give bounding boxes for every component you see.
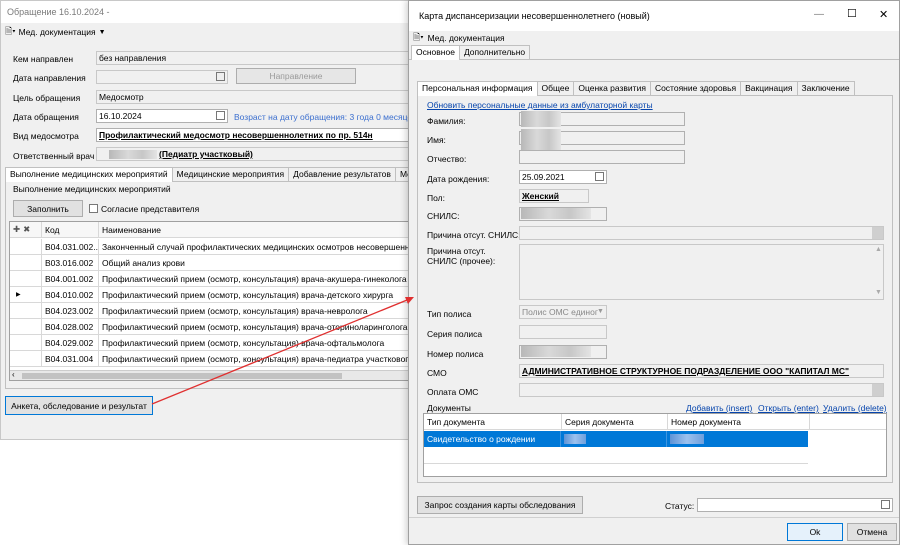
tab-personal-info[interactable]: Персональная информация xyxy=(417,81,538,96)
tab-execution[interactable]: Выполнение медицинских мероприятий xyxy=(5,167,173,182)
tab-main[interactable]: Основное xyxy=(411,45,460,60)
arrow-line xyxy=(151,297,413,405)
